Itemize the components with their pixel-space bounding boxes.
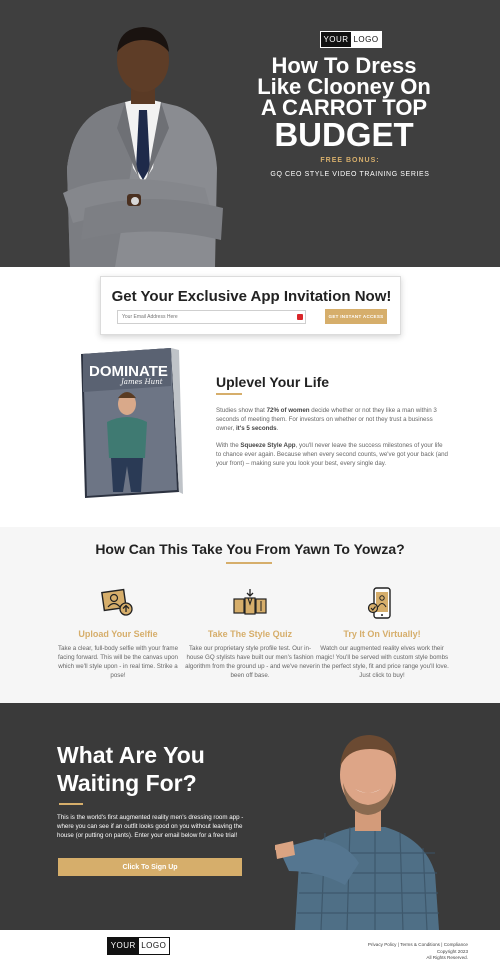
footer-meta: Copyright 2023 All Rights Reserved. (300, 949, 468, 961)
how-divider (226, 562, 272, 564)
hero-man-photo (63, 27, 223, 267)
hero-title-line2: Like Clooney On (257, 74, 431, 99)
hero-section: YOUR LOGO How To Dress Like Clooney On A… (0, 0, 500, 267)
cta-divider (59, 803, 83, 805)
sign-up-button[interactable]: Click To Sign Up (58, 858, 242, 876)
feature-title: Take The Style Quiz (207, 629, 293, 639)
invite-card: Get Your Exclusive App Invitation Now! G… (100, 276, 401, 335)
selfie-upload-icon (101, 588, 133, 616)
uplevel-p1-end: . (276, 425, 279, 432)
terms-link[interactable]: Terms & Conditions (400, 942, 440, 947)
invite-title: Get Your Exclusive App Invitation Now! (111, 288, 392, 305)
uplevel-p1-text: Studies show that (216, 407, 267, 414)
feature-upload-selfie: Upload Your Selfie Take a clear, full-bo… (50, 587, 186, 680)
book-cover-image: DOMINATE James Hunt (81, 348, 183, 498)
privacy-policy-link[interactable]: Privacy Policy (368, 942, 397, 947)
logo-text-logo: LOGO (351, 32, 381, 47)
cta-title-line1: What Are You (57, 742, 205, 768)
book-author: James Hunt (119, 378, 163, 386)
hero-title-line4: BUDGET (274, 116, 414, 153)
footer: YOUR LOGO Privacy Policy | Terms & Condi… (0, 930, 500, 973)
uplevel-divider (216, 393, 242, 395)
cta-description: This is the world's first augmented real… (57, 814, 244, 839)
feature-title: Upload Your Selfie (78, 629, 158, 639)
phone-try-on-icon (367, 587, 391, 619)
cta-section: What Are You Waiting For? This is the wo… (0, 703, 500, 930)
hero-title-line1: How To Dress (271, 53, 417, 78)
footer-logo[interactable]: YOUR LOGO (107, 937, 170, 955)
logo-text-your: YOUR (110, 941, 136, 950)
bonus-label: FREE BONUS: (320, 157, 380, 164)
autofill-badge-icon (297, 314, 303, 320)
get-instant-access-button[interactable]: GET INSTANT ACCESS (325, 309, 387, 324)
cta-title-line2: Waiting For? (57, 770, 197, 796)
uplevel-p1-stat-2: it's 5 seconds (235, 425, 277, 432)
rights-text: All Rights Reserved. (426, 955, 468, 960)
feature-description: Take a clear, full-body selfie with your… (57, 645, 179, 679)
uplevel-paragraph-2: With the Squeeze Style App, you'll never… (216, 441, 448, 468)
how-title: How Can This Take You From Yawn To Yowza… (95, 541, 405, 557)
header-logo[interactable]: YOUR LOGO (320, 31, 382, 48)
hero-headline: How To Dress Like Clooney On A CARROT TO… (252, 55, 436, 152)
uplevel-p1-stat: 72% of women (266, 407, 310, 414)
logo-text-your: YOUR (323, 35, 349, 44)
bonus-text: GQ CEO STYLE VIDEO TRAINING SERIES (270, 171, 430, 178)
compliance-link[interactable]: Compliance (444, 942, 468, 947)
cta-title: What Are You Waiting For? (57, 741, 205, 797)
hero-title-line3: A CARROT TOP (260, 95, 428, 120)
feature-title: Try It On Virtually! (343, 629, 421, 639)
pointing-man-photo (275, 735, 439, 930)
footer-links: Privacy Policy | Terms & Conditions | Co… (300, 942, 468, 948)
logo-text-logo: LOGO (138, 938, 169, 954)
feature-try-on: Try It On Virtually! Watch our augmented… (314, 587, 450, 680)
feature-description: Take our proprietary style profile test.… (185, 645, 315, 679)
uplevel-title: Uplevel Your Life (216, 374, 330, 390)
how-section: How Can This Take You From Yawn To Yowza… (0, 527, 500, 703)
feature-style-quiz: Take The Style Quiz Take our proprietary… (182, 587, 318, 680)
uplevel-p2-app-name: Squeeze Style App (240, 442, 296, 449)
uplevel-p2-text: With the (216, 442, 241, 449)
email-input[interactable] (117, 310, 306, 324)
feature-description: Watch our augmented reality elves work t… (315, 645, 449, 679)
uplevel-paragraph-1: Studies show that 72% of women decide wh… (216, 406, 448, 433)
style-quiz-icon (233, 589, 267, 615)
